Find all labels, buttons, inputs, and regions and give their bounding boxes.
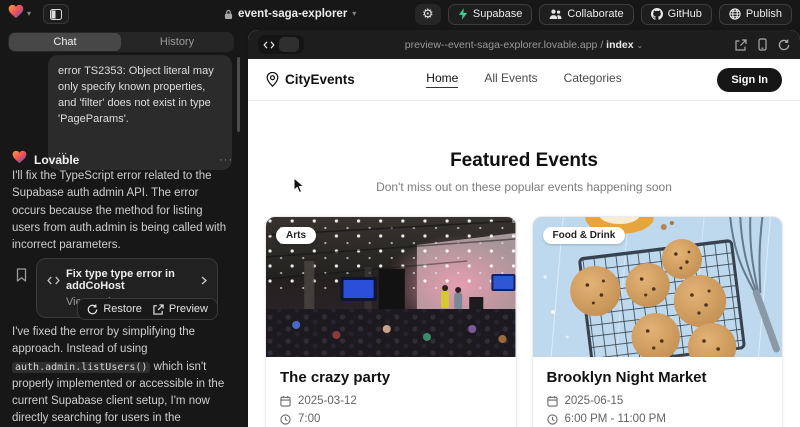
chat-panel: Chat History error TS2353: Object litera…	[0, 28, 245, 427]
error-message-text: error TS2353: Object literal may only sp…	[58, 64, 222, 128]
clock-icon	[280, 414, 291, 425]
restore-button[interactable]: Restore	[87, 303, 142, 315]
assistant-header: Lovable ···	[12, 150, 233, 169]
app-topbar: ▾ event-saga-explorer ▾ ⚙ Supabase Colla…	[0, 0, 800, 28]
chevron-down-icon: ▾	[27, 10, 31, 18]
assistant-outro-text: I've fixed the error by simplifying the …	[12, 324, 238, 427]
tool-card-title: Fix type type error in addCoHost	[66, 268, 195, 292]
preview-button[interactable]: Preview	[153, 303, 208, 315]
open-in-new-tab-icon[interactable]	[735, 39, 747, 51]
globe-icon	[729, 8, 741, 20]
restore-icon	[87, 304, 98, 315]
github-button[interactable]: GitHub	[641, 4, 712, 25]
sidebar-icon	[50, 9, 62, 20]
assistant-intro-text: I'll fix the TypeScript error related to…	[12, 168, 230, 254]
code-icon	[47, 276, 60, 285]
sign-in-button[interactable]: Sign In	[717, 68, 782, 92]
message-menu-button[interactable]: ···	[219, 154, 233, 166]
event-time: 7:00	[298, 413, 320, 425]
project-switcher[interactable]: event-saga-explorer ▾	[224, 0, 356, 28]
tab-chat[interactable]: Chat	[9, 33, 121, 51]
hero-title: Featured Events	[248, 150, 800, 172]
code-preview-toggle[interactable]	[258, 35, 304, 54]
calendar-icon	[280, 395, 291, 407]
gear-icon: ⚙	[422, 6, 434, 22]
cityevents-site: CityEvents Home All Events Categories Si…	[248, 59, 800, 427]
event-card-crazy-party[interactable]: Arts The crazy party 2025-03-12 7:00 Bar…	[265, 216, 517, 427]
hero-section: Featured Events Don't miss out on these …	[248, 150, 800, 194]
collaborate-button[interactable]: Collaborate	[539, 4, 633, 25]
event-time: 6:00 PM - 11:00 PM	[565, 413, 666, 425]
nav-categories[interactable]: Categories	[564, 71, 622, 88]
chevron-right-icon	[201, 276, 207, 285]
map-pin-icon	[266, 72, 279, 87]
preview-url[interactable]: preview--event-saga-explorer.lovable.app…	[248, 39, 800, 51]
preview-pane: preview--event-saga-explorer.lovable.app…	[248, 30, 800, 427]
event-date: 2025-03-12	[298, 395, 357, 407]
hero-subtitle: Don't miss out on these popular events h…	[248, 180, 800, 194]
event-image-arts: Arts	[266, 217, 516, 357]
external-link-icon	[153, 304, 164, 315]
github-icon	[651, 8, 663, 20]
bookmark-icon[interactable]	[16, 268, 27, 287]
toggle-knob	[279, 37, 299, 52]
chat-scrollbar[interactable]	[237, 57, 240, 132]
settings-button[interactable]: ⚙	[415, 4, 441, 25]
toggle-sidebar-button[interactable]	[43, 4, 69, 24]
lovable-app-window: ▾ event-saga-explorer ▾ ⚙ Supabase Colla…	[0, 0, 800, 427]
site-brand[interactable]: CityEvents	[266, 72, 355, 87]
nav-home[interactable]: Home	[426, 71, 458, 88]
category-badge: Food & Drink	[543, 227, 626, 244]
event-date: 2025-06-15	[565, 395, 624, 407]
lovable-heart-icon	[8, 4, 24, 24]
event-cards: Arts The crazy party 2025-03-12 7:00 Bar…	[248, 216, 800, 427]
nav-all-events[interactable]: All Events	[484, 71, 537, 88]
mobile-view-icon[interactable]	[758, 38, 767, 51]
tab-history[interactable]: History	[121, 33, 233, 51]
lovable-logo-menu[interactable]: ▾	[8, 4, 31, 24]
clock-icon	[547, 414, 558, 425]
lock-icon	[224, 9, 233, 20]
publish-button[interactable]: Publish	[719, 4, 792, 25]
refresh-icon[interactable]	[778, 39, 790, 51]
preview-browser-bar: preview--event-saga-explorer.lovable.app…	[248, 30, 800, 59]
calendar-icon	[547, 395, 558, 407]
event-image-food-drink: Food & Drink	[533, 217, 783, 357]
chevron-down-icon: ▾	[352, 10, 356, 18]
event-title: The crazy party	[280, 369, 502, 386]
code-icon	[263, 41, 275, 49]
supabase-button[interactable]: Supabase	[448, 4, 533, 25]
version-actions: Restore Preview	[77, 298, 218, 320]
people-icon	[549, 9, 562, 20]
site-header: CityEvents Home All Events Categories Si…	[248, 59, 800, 101]
chat-history-tabs: Chat History	[8, 32, 234, 52]
event-title: Brooklyn Night Market	[547, 369, 769, 386]
event-card-brooklyn-night-market[interactable]: Food & Drink Brooklyn Night Market 2025-…	[532, 216, 784, 427]
lovable-heart-icon	[12, 150, 27, 169]
supabase-icon	[458, 8, 468, 20]
assistant-name: Lovable	[34, 153, 79, 167]
category-badge: Arts	[276, 227, 316, 244]
inline-code: auth.admin.listUsers()	[12, 362, 150, 373]
project-name: event-saga-explorer	[238, 8, 347, 20]
